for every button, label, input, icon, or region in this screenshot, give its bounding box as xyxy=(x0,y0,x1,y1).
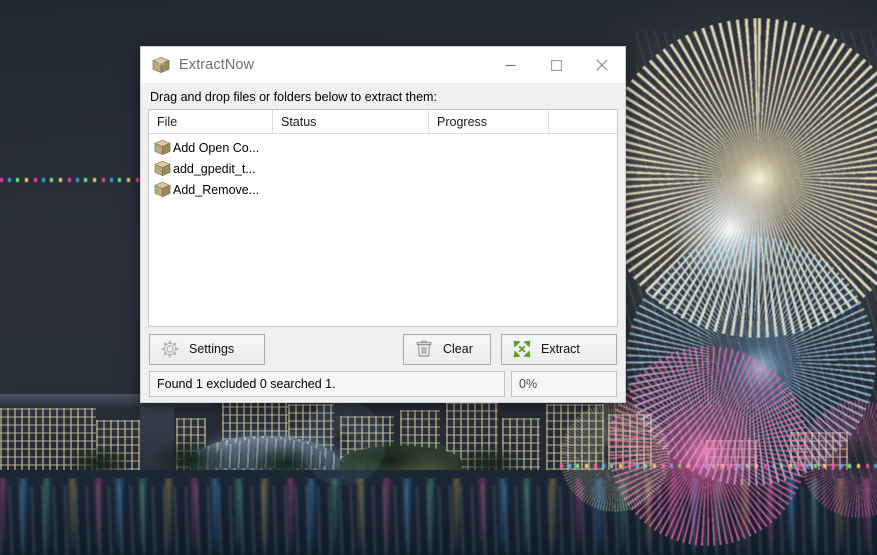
column-header-status[interactable]: Status xyxy=(273,110,429,133)
column-header-progress[interactable]: Progress xyxy=(429,110,549,133)
drag-drop-hint-text: Drag and drop files or folders below to … xyxy=(150,89,437,104)
waterfront-lights xyxy=(0,178,140,182)
package-box-icon xyxy=(154,160,171,177)
file-name: add_gpedit_t... xyxy=(173,161,256,176)
clear-button-label: Clear xyxy=(443,342,473,356)
maximize-button[interactable] xyxy=(533,47,579,84)
table-row[interactable]: Add Open Co... xyxy=(149,137,617,158)
package-box-icon xyxy=(154,139,171,156)
trash-icon xyxy=(414,339,434,359)
close-button[interactable] xyxy=(579,47,625,84)
settings-button[interactable]: Settings xyxy=(149,333,265,365)
status-message: Found 1 excluded 0 searched 1. xyxy=(149,371,505,397)
file-list[interactable]: File Status Progress Add Open Co... add_… xyxy=(148,109,618,327)
package-box-icon xyxy=(154,181,171,198)
file-list-body[interactable]: Add Open Co... add_gpedit_t... Add_Remov… xyxy=(149,134,617,326)
firework-streaks xyxy=(600,260,877,480)
settings-button-label: Settings xyxy=(189,342,235,356)
extract-button[interactable]: Extract xyxy=(501,333,617,365)
column-header-file[interactable]: File xyxy=(149,110,273,133)
expand-arrows-icon xyxy=(512,339,532,359)
progress-label: 0% xyxy=(519,377,538,391)
extract-button-label: Extract xyxy=(541,342,580,356)
minimize-button[interactable] xyxy=(487,47,533,84)
file-name: Add Open Co... xyxy=(173,140,260,155)
clear-button[interactable]: Clear xyxy=(403,333,491,365)
gear-icon xyxy=(160,339,180,359)
status-message-text: Found 1 excluded 0 searched 1. xyxy=(157,377,336,391)
file-name: Add_Remove... xyxy=(173,182,260,197)
water-reflections xyxy=(0,486,877,555)
firework-streaks xyxy=(636,30,877,230)
table-row[interactable]: add_gpedit_t... xyxy=(149,158,617,179)
table-row[interactable]: Add_Remove... xyxy=(149,179,617,200)
file-list-header: File Status Progress xyxy=(149,110,617,134)
window-title: ExtractNow xyxy=(179,57,255,73)
column-header-filler xyxy=(549,110,617,133)
progress-indicator: 0% xyxy=(511,371,617,397)
package-box-icon xyxy=(152,56,170,74)
action-button-row: Settings Clear Extract xyxy=(141,327,625,371)
window-title-bar[interactable]: ExtractNow xyxy=(141,47,625,84)
status-bar: Found 1 excluded 0 searched 1. 0% xyxy=(141,371,625,397)
extractnow-window: ExtractNow Drag and drop files or folder xyxy=(140,46,626,403)
screen: ExtractNow Drag and drop files or folder xyxy=(0,0,877,555)
drag-drop-hint: Drag and drop files or folders below to … xyxy=(141,84,625,109)
window-controls xyxy=(487,47,625,84)
